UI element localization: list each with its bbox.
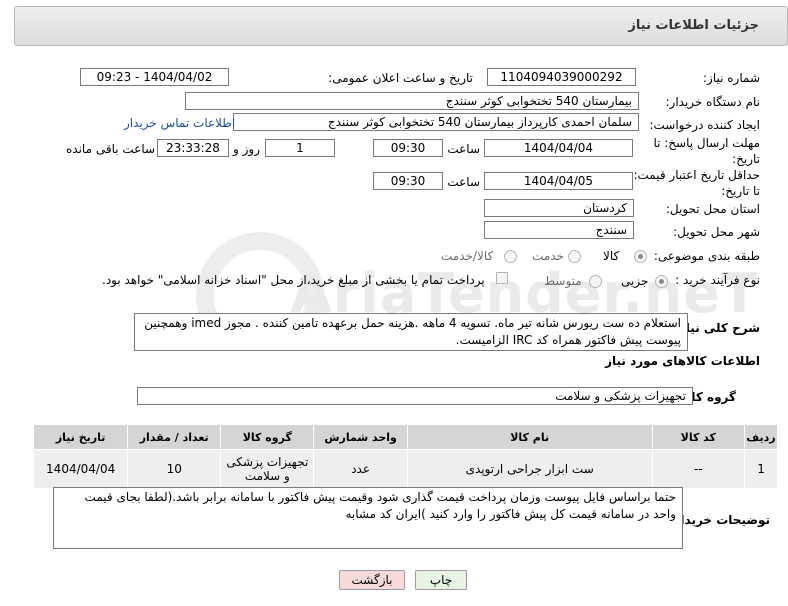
process-label: نوع فرآیند خرید : (675, 273, 760, 287)
validity-label-text: حداقل تاریخ اعتبار قیمت: تا تاریخ: (633, 168, 760, 198)
print-button[interactable]: چاپ (415, 570, 467, 590)
deadline-time-label: ساعت (447, 142, 480, 156)
buyer-notes-field[interactable]: حتما براساس فایل پیوست وزمان پرداخت قیمت… (53, 487, 683, 549)
remaining-label: ساعت باقی مانده (66, 142, 156, 156)
contact-info-link[interactable]: اطلاعات تماس خریدار (124, 116, 235, 130)
back-button[interactable]: بازگشت (339, 570, 405, 590)
announce-field[interactable]: 1404/04/02 - 09:23 (80, 68, 229, 86)
treasury-payment-note: پرداخت تمام یا بخشی از مبلغ خرید،از محل … (102, 273, 485, 287)
treasury-payment-checkbox[interactable] (496, 272, 508, 284)
process-option-partial: جزیی (621, 274, 649, 288)
category-option-goods: کالا (603, 249, 620, 263)
page-header: جزئیات اطلاعات نیاز (14, 6, 788, 46)
col-header-row-number: ردیف (744, 424, 778, 450)
creator-field[interactable]: سلمان احمدی کارپرداز بیمارستان 540 تختخو… (233, 113, 639, 131)
buyer-notes-label: توضیحات خریدار: (668, 513, 770, 527)
days-label: روز و (233, 142, 260, 156)
validity-label: حداقل تاریخ اعتبار قیمت: تا تاریخ: (630, 167, 760, 199)
city-label: شهر محل تحویل: (673, 225, 760, 239)
items-table: ردیف کد کالا نام کالا واحد شمارش گروه کا… (32, 424, 778, 489)
goods-section-title: اطلاعات کالاهای مورد نیاز (605, 354, 760, 368)
deadline-time-field[interactable]: 09:30 (373, 139, 443, 157)
process-radio-partial[interactable] (655, 275, 668, 288)
category-radio-both[interactable] (504, 250, 517, 263)
need-number-label: شماره نیاز: (703, 71, 760, 85)
cell-group: تجهیزات پزشکی و سلامت (220, 449, 315, 489)
category-radio-goods[interactable] (634, 250, 647, 263)
cell-code: -- (651, 449, 746, 489)
deadline-date-field[interactable]: 1404/04/04 (484, 139, 633, 157)
goods-group-field[interactable]: تجهیزات پزشکی و سلامت (137, 387, 693, 405)
category-option-both: کالا/خدمت (441, 249, 494, 263)
cell-row-number: 1 (744, 449, 778, 489)
table-header-row: ردیف کد کالا نام کالا واحد شمارش گروه کا… (32, 424, 778, 450)
col-header-quantity: تعداد / مقدار (127, 424, 222, 450)
validity-date-field[interactable]: 1404/04/05 (484, 172, 633, 190)
city-field[interactable]: سنندج (484, 221, 634, 239)
days-field[interactable]: 1 (265, 139, 335, 157)
cell-need-date: 1404/04/04 (32, 449, 129, 489)
buyer-org-field[interactable]: بیمارستان 540 تختخوابی کوثر سنندج (185, 92, 639, 110)
cell-name: ست ابزار جراحی ارتوپدی (406, 449, 653, 489)
general-desc-field[interactable]: استعلام ده ست ریورس شانه تیر ماه. تسویه … (134, 313, 688, 351)
table-row[interactable]: 1 -- ست ابزار جراحی ارتوپدی عدد تجهیزات … (32, 449, 778, 489)
page-title: جزئیات اطلاعات نیاز (628, 18, 759, 33)
validity-time-label: ساعت (447, 175, 480, 189)
col-header-code: کد کالا (651, 424, 746, 450)
creator-label: ایجاد کننده درخواست: (649, 118, 760, 132)
deadline-label: مهلت ارسال پاسخ: تا تاریخ: (650, 135, 760, 167)
province-field[interactable]: کردستان (484, 199, 634, 217)
process-option-medium: متوسط (544, 274, 582, 288)
need-number-field[interactable]: 1104094039000292 (487, 68, 636, 86)
cell-quantity: 10 (127, 449, 222, 489)
col-header-name: نام کالا (406, 424, 653, 450)
buyer-org-label: نام دستگاه خریدار: (665, 95, 761, 109)
process-radio-medium[interactable] (589, 275, 602, 288)
col-header-group: گروه کالا (220, 424, 315, 450)
category-label: طبقه بندی موضوعی: (653, 249, 760, 263)
deadline-label-text: مهلت ارسال پاسخ: تا تاریخ: (653, 136, 760, 166)
cell-unit: عدد (313, 449, 408, 489)
category-option-service: خدمت (532, 249, 564, 263)
category-radio-service[interactable] (568, 250, 581, 263)
remaining-time-field[interactable]: 23:33:28 (157, 139, 229, 157)
province-label: استان محل تحویل: (665, 202, 760, 216)
col-header-unit: واحد شمارش (313, 424, 408, 450)
col-header-need-date: تاریخ نیاز (32, 424, 129, 450)
validity-time-field[interactable]: 09:30 (373, 172, 443, 190)
announce-label: تاریخ و ساعت اعلان عمومی: (328, 71, 473, 85)
